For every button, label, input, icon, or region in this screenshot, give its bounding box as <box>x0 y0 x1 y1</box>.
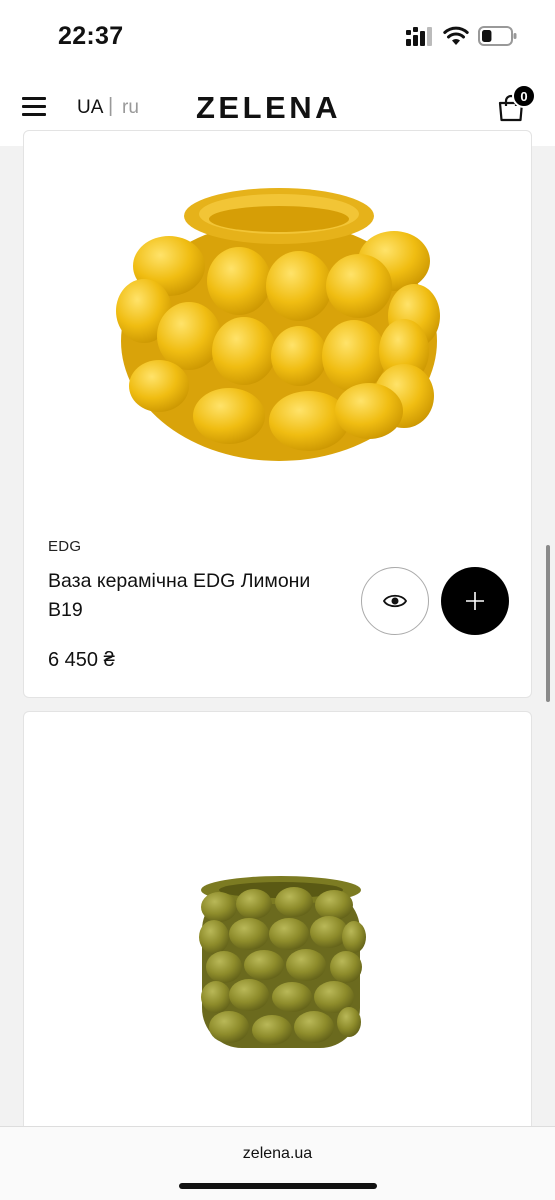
url-text[interactable]: zelena.ua <box>0 1145 555 1163</box>
status-bar: 22:37 <box>0 0 555 70</box>
browser-address-bar[interactable]: zelena.ua <box>0 1126 555 1200</box>
product-card[interactable] <box>23 711 532 1171</box>
site-logo[interactable]: ZELENA <box>196 90 341 126</box>
add-to-cart-button[interactable] <box>441 567 509 635</box>
product-image-green-lemon-vase[interactable] <box>194 872 369 1062</box>
eye-icon <box>383 594 407 608</box>
home-indicator[interactable] <box>179 1183 377 1189</box>
product-image-yellow-lemon-vase[interactable] <box>114 181 444 471</box>
cellular-signal-icon <box>406 27 432 46</box>
product-card[interactable]: EDG Ваза керамічна EDG Лимони B19 6 450 … <box>23 130 532 698</box>
language-ru-link[interactable]: ru <box>122 97 139 119</box>
battery-icon <box>478 26 517 46</box>
page: 22:37 UA | ru ZELENA 0 EDG Ваза керамічн… <box>0 0 555 1200</box>
product-brand: EDG <box>48 538 82 555</box>
language-ua-link[interactable]: UA <box>77 97 103 119</box>
plus-icon <box>466 592 484 610</box>
page-scrollbar[interactable] <box>546 545 550 702</box>
menu-icon[interactable] <box>22 97 46 117</box>
cart-count-badge: 0 <box>512 84 536 108</box>
quick-view-button[interactable] <box>361 567 429 635</box>
status-time: 22:37 <box>58 22 124 50</box>
wifi-icon <box>443 26 469 45</box>
product-title[interactable]: Ваза керамічна EDG Лимони B19 <box>48 567 348 625</box>
product-price: 6 450 ₴ <box>48 649 115 671</box>
language-separator: | <box>108 95 114 117</box>
